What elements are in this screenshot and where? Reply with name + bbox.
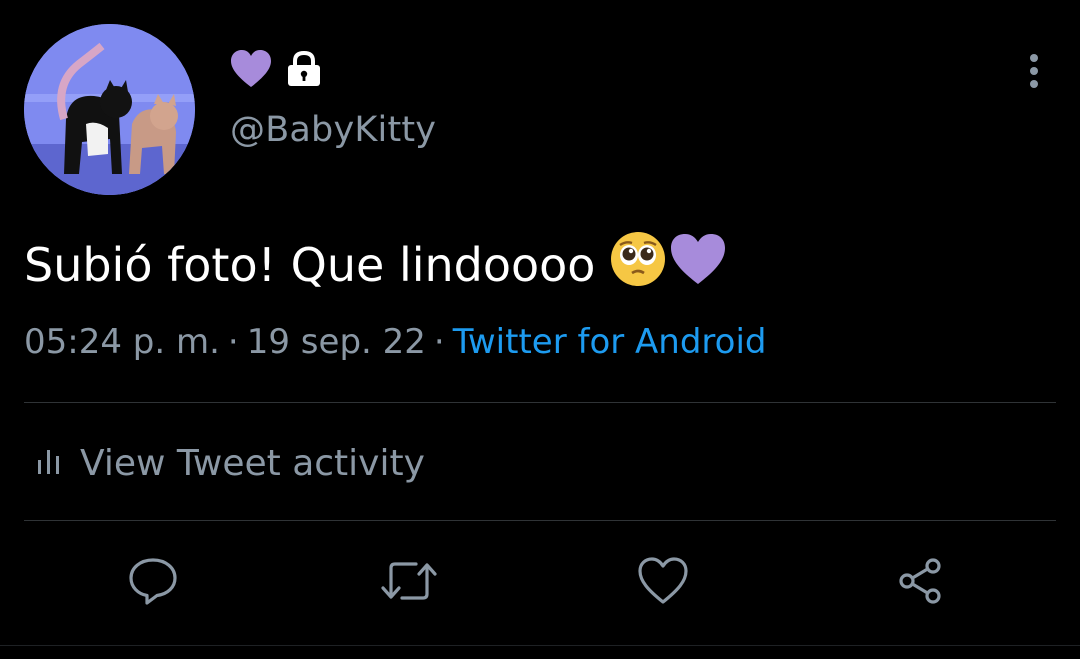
tweet-emojis <box>609 230 727 299</box>
divider <box>24 520 1056 521</box>
more-vertical-icon <box>1030 54 1038 62</box>
pleading-face-icon <box>609 230 667 299</box>
tweet-date[interactable]: 19 sep. 22 <box>247 322 426 362</box>
tweet-text: Subió foto! Que lindoooo <box>24 230 727 299</box>
like-button[interactable] <box>636 556 690 610</box>
lock-icon <box>286 50 322 92</box>
bottom-divider <box>0 645 1080 646</box>
more-options-button[interactable] <box>1018 50 1050 92</box>
view-tweet-activity-label: View Tweet activity <box>80 442 425 484</box>
bar-chart-icon <box>36 446 62 480</box>
retweet-icon <box>380 558 438 608</box>
display-name[interactable] <box>230 48 322 94</box>
share-button[interactable] <box>894 556 948 610</box>
purple-heart-icon <box>669 232 727 297</box>
purple-heart-icon <box>230 49 272 93</box>
user-handle[interactable]: @BabyKitty <box>230 110 436 150</box>
tweet-meta: 05:24 p. m. · 19 sep. 22 · Twitter for A… <box>24 322 767 362</box>
more-vertical-icon-dot <box>1030 80 1038 88</box>
reply-icon <box>127 556 179 610</box>
meta-separator: · <box>227 322 239 362</box>
tweet-time[interactable]: 05:24 p. m. <box>24 322 220 362</box>
divider <box>24 402 1056 403</box>
like-icon <box>636 556 690 610</box>
share-icon <box>895 556 947 610</box>
reply-button[interactable] <box>126 556 180 610</box>
meta-separator: · <box>433 322 445 362</box>
avatar-cats-image <box>24 24 195 195</box>
tweet-source-link[interactable]: Twitter for Android <box>453 322 767 362</box>
more-vertical-icon-dot <box>1030 67 1038 75</box>
tweet-text-content: Subió foto! Que lindoooo <box>24 237 596 292</box>
tweet-action-bar <box>0 548 1080 618</box>
avatar[interactable] <box>24 24 195 195</box>
retweet-button[interactable] <box>380 556 438 610</box>
view-tweet-activity-button[interactable]: View Tweet activity <box>36 438 425 488</box>
